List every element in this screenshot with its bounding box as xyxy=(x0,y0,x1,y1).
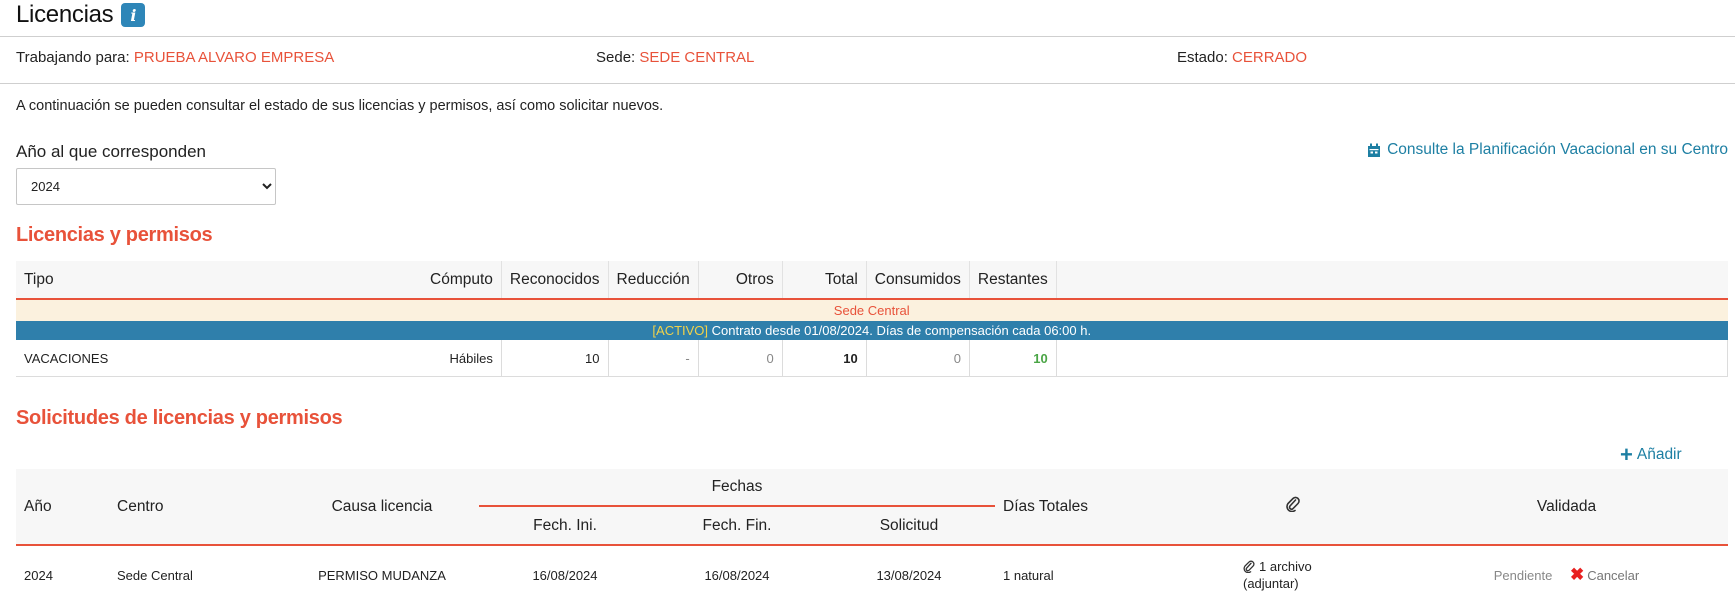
attachment-link[interactable]: 1 archivo xyxy=(1243,558,1397,575)
col-validada: Validada xyxy=(1405,469,1728,546)
cancel-button[interactable]: ✖ Cancelar xyxy=(1570,565,1639,585)
cell-total: 10 xyxy=(781,340,867,377)
col-centro: Centro xyxy=(109,469,285,546)
cell-tipo: VACACIONES xyxy=(16,340,422,377)
cell-dias: 1 natural xyxy=(1003,567,1054,583)
contract-row: [ACTIVO] Contrato desde 01/08/2024. Días… xyxy=(16,321,1728,340)
estado-label: Estado: xyxy=(1177,49,1228,66)
plus-icon: + xyxy=(1620,442,1633,467)
table-row: 2024 Sede Central PERMISO MUDANZA 16/08/… xyxy=(16,545,1728,604)
col-restantes: Restantes xyxy=(968,261,1057,300)
col-dias: Días Totales xyxy=(995,469,1181,546)
cell-otros: 0 xyxy=(697,340,783,377)
requests-table: Año Centro Causa licencia Fechas Días To… xyxy=(16,469,1728,604)
working-for-label: Trabajando para: xyxy=(16,49,130,66)
cell-fech-ini: 16/08/2024 xyxy=(532,567,598,583)
group-row: Sede Central xyxy=(16,299,1728,321)
col-otros: Otros xyxy=(697,261,783,300)
table-header-row: Tipo Cómputo Reconocidos Reducción Otros… xyxy=(16,261,1728,300)
add-request-label: Añadir xyxy=(1636,446,1682,463)
col-total: Total xyxy=(781,261,867,300)
contract-info: [ACTIVO] Contrato desde 01/08/2024. Días… xyxy=(16,321,1728,340)
cell-centro: Sede Central xyxy=(117,567,193,583)
cell-fech-fin: 16/08/2024 xyxy=(704,567,770,583)
licenses-table: Tipo Cómputo Reconocidos Reducción Otros… xyxy=(16,261,1729,377)
cell-consumidos: 0 xyxy=(865,340,970,377)
add-request-button[interactable]: + Añadir xyxy=(1620,442,1682,467)
cell-reduccion: - xyxy=(607,340,699,377)
contract-text: Contrato desde 01/08/2024. Días de compe… xyxy=(711,323,1092,338)
col-solicitud: Solicitud xyxy=(823,506,995,546)
cell-causa: PERMISO MUDANZA xyxy=(318,567,446,583)
year-filter-label: Año al que corresponden xyxy=(16,142,206,161)
working-for-value: PRUEBA ALVARO EMPRESA xyxy=(133,49,335,66)
licenses-section-title: Licencias y permisos xyxy=(16,224,213,246)
estado-value: CERRADO xyxy=(1232,49,1308,66)
col-anio: Año xyxy=(16,469,109,546)
table-row: VACACIONES Hábiles 10 - 0 10 0 10 xyxy=(16,340,1729,377)
col-fechas: Fechas xyxy=(479,469,995,507)
planning-link-label: Consulte la Planificación Vacacional en … xyxy=(1387,141,1728,158)
table-header-row: Año Centro Causa licencia Fechas Días To… xyxy=(16,469,1728,546)
col-attachment xyxy=(1181,469,1405,546)
info-icon[interactable]: i xyxy=(121,3,146,27)
cell-validada: Pendiente ✖ Cancelar xyxy=(1405,545,1728,604)
sede: Sede: SEDE CENTRAL xyxy=(596,49,754,66)
cell-restantes: 10 xyxy=(968,340,1057,377)
cell-anio: 2024 xyxy=(24,567,53,583)
close-icon: ✖ xyxy=(1569,565,1585,584)
year-select[interactable]: 2024 xyxy=(16,168,276,205)
cancel-label: Cancelar xyxy=(1587,567,1640,583)
col-consumidos: Consumidos xyxy=(865,261,970,300)
col-spacer xyxy=(1055,261,1728,300)
col-fech-fin: Fech. Fin. xyxy=(651,506,823,546)
status-pending: Pendiente xyxy=(1493,568,1553,583)
intro-text: A continuación se pueden consultar el es… xyxy=(16,98,664,114)
paperclip-icon xyxy=(1286,496,1300,513)
requests-section-title: Solicitudes de licencias y permisos xyxy=(16,407,343,429)
planning-link[interactable]: Consulte la Planificación Vacacional en … xyxy=(1367,141,1728,159)
active-badge: [ACTIVO] xyxy=(652,323,709,338)
cell-computo: Hábiles xyxy=(422,340,502,377)
col-reconocidos: Reconocidos xyxy=(500,261,609,300)
estado: Estado: CERRADO xyxy=(1177,49,1307,66)
cell-reconocidos: 10 xyxy=(500,340,609,377)
cell-attachment: 1 archivo (adjuntar) xyxy=(1181,545,1405,604)
group-label: Sede Central xyxy=(16,299,1728,321)
col-causa: Causa licencia xyxy=(285,469,479,546)
sede-value: SEDE CENTRAL xyxy=(639,49,755,66)
attach-action[interactable]: (adjuntar) xyxy=(1243,575,1397,592)
divider xyxy=(0,36,1735,37)
col-computo: Cómputo xyxy=(422,261,502,300)
page-title: Licencias xyxy=(16,1,114,28)
paperclip-icon xyxy=(1243,560,1255,573)
divider xyxy=(0,83,1735,84)
page-header: Licencias i xyxy=(16,0,146,30)
col-reduccion: Reducción xyxy=(607,261,699,300)
col-tipo: Tipo xyxy=(16,261,422,300)
cell-spacer xyxy=(1055,340,1729,377)
working-for: Trabajando para: PRUEBA ALVARO EMPRESA xyxy=(16,49,334,66)
col-fech-ini: Fech. Ini. xyxy=(479,506,651,546)
attachment-count: 1 archivo xyxy=(1259,559,1312,574)
sede-label: Sede: xyxy=(596,49,636,66)
calendar-icon xyxy=(1368,143,1381,157)
cell-solicitud: 13/08/2024 xyxy=(876,567,942,583)
